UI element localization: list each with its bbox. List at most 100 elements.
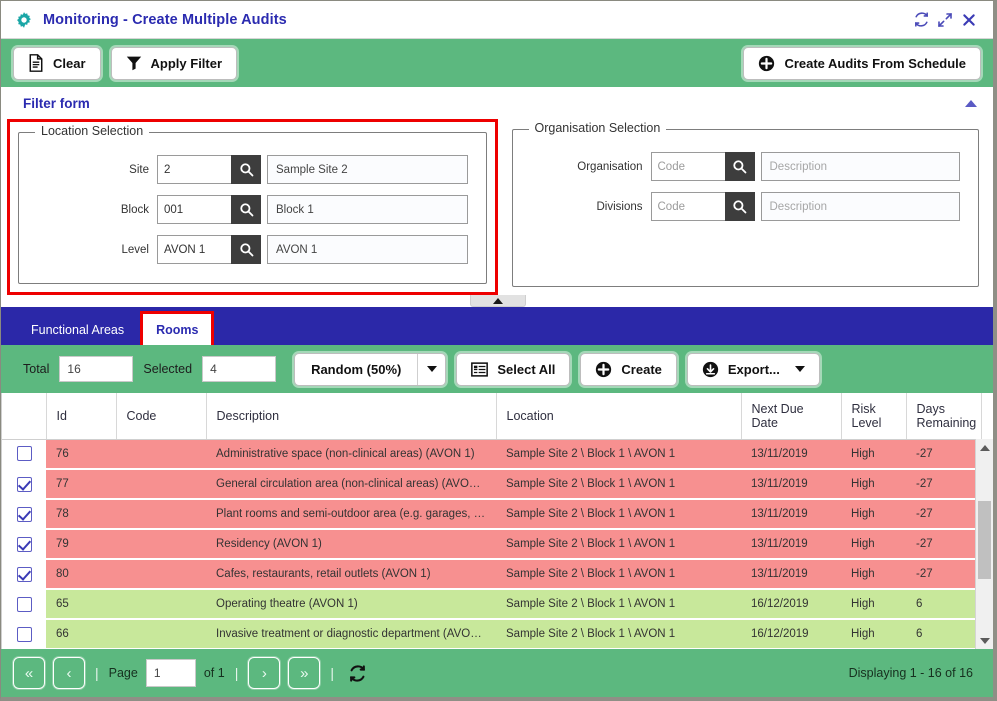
site-code-input[interactable] (157, 155, 231, 184)
row-checkbox[interactable] (16, 626, 32, 642)
organisation-code-input[interactable] (650, 152, 725, 181)
row-select-cell[interactable] (2, 589, 46, 620)
gear-icon (17, 11, 31, 28)
divisions-code-input[interactable] (650, 192, 725, 221)
page-label: Page (108, 666, 138, 680)
row-checkbox[interactable] (16, 476, 32, 492)
create-button[interactable]: Create (580, 352, 677, 386)
col-risk-level[interactable]: Risk Level (841, 393, 907, 440)
row-checkbox[interactable] (16, 566, 32, 582)
row-select-cell[interactable] (2, 439, 46, 470)
previous-page-button[interactable]: ‹ (53, 657, 85, 689)
table-row[interactable]: 76 Administrative space (non-clinical are… (2, 439, 981, 470)
clear-button[interactable]: Clear (13, 46, 101, 80)
pagination-bar: « ‹ | Page of 1 | › » | Displaying 1 - 1… (1, 649, 993, 697)
col-id[interactable]: Id (46, 393, 117, 440)
site-field-row: Site (29, 155, 468, 184)
apply-filter-button[interactable]: Apply Filter (110, 46, 238, 80)
random-selection-dropdown-arrow[interactable] (417, 353, 445, 385)
block-code-input[interactable] (157, 195, 231, 224)
scroll-up-button[interactable] (976, 439, 993, 456)
row-id-cell: 77 (46, 469, 116, 500)
row-checkbox[interactable] (16, 536, 32, 552)
filter-icon (126, 56, 141, 71)
row-code-cell (116, 469, 206, 500)
table-row[interactable]: 66 Invasive treatment or diagnostic depar… (2, 619, 981, 649)
row-days-remaining-cell: 6 (906, 619, 981, 649)
next-page-button[interactable]: › (248, 657, 281, 689)
select-all-button[interactable]: Select All (456, 352, 571, 386)
table-row[interactable]: 79 Residency (AVON 1) Sample Site 2 \ Bloc… (2, 529, 981, 560)
collapse-filter-form-icon[interactable] (965, 99, 977, 107)
search-icon (239, 203, 253, 217)
row-code-cell (116, 439, 206, 470)
row-select-cell[interactable] (2, 499, 46, 530)
table-row[interactable]: 65 Operating theatre (AVON 1) Sample Site … (2, 589, 981, 620)
organisation-lookup-button[interactable] (724, 152, 755, 181)
grid-vertical-scrollbar[interactable] (975, 439, 993, 649)
tab-functional-areas[interactable]: Functional Areas (15, 315, 140, 345)
export-button[interactable]: Export... (686, 352, 820, 386)
scroll-thumb[interactable] (978, 501, 991, 579)
organisation-code-box (650, 152, 755, 181)
level-code-input[interactable] (157, 235, 231, 264)
row-select-cell[interactable] (2, 619, 46, 649)
collapse-panel-handle[interactable] (470, 295, 526, 307)
col-next-due-date[interactable]: Next Due Date (741, 393, 842, 440)
block-description-input[interactable] (267, 195, 468, 224)
row-checkbox[interactable] (16, 596, 32, 612)
row-select-cell[interactable] (2, 559, 46, 590)
scroll-down-button[interactable] (976, 632, 993, 649)
organisation-selection-panel: Organisation Selection Organisation Code… (511, 121, 979, 287)
random-selection-button[interactable]: Random (50%) (294, 352, 447, 386)
row-select-cell[interactable] (2, 529, 46, 560)
organisation-fields: Organisation Divisions (513, 130, 979, 221)
col-description[interactable]: Description (206, 393, 497, 440)
table-row[interactable]: 78 Plant rooms and semi-outdoor area (e.g… (2, 499, 981, 530)
col-code[interactable]: Code (116, 393, 207, 440)
row-risk-level-cell: High (841, 499, 906, 530)
page-number-input[interactable] (145, 659, 196, 687)
refresh-window-icon[interactable] (909, 8, 933, 32)
block-lookup-button[interactable] (231, 195, 261, 224)
selected-label: Selected (143, 362, 193, 376)
row-select-cell[interactable] (2, 469, 46, 500)
row-location-cell: Sample Site 2 \ Block 1 \ AVON 1 (496, 529, 741, 560)
close-window-icon[interactable] (957, 8, 981, 32)
pager-divider-3: | (330, 665, 334, 681)
level-description-input[interactable] (267, 235, 468, 264)
divisions-lookup-button[interactable] (724, 192, 755, 221)
table-row[interactable]: 80 Cafes, restaurants, retail outlets (AV… (2, 559, 981, 590)
panel-collapse-strip (1, 295, 993, 307)
last-page-button[interactable]: » (288, 657, 321, 689)
row-risk-level-cell: High (841, 439, 906, 470)
organisation-description-input[interactable] (760, 152, 960, 181)
site-description-input[interactable] (267, 155, 468, 184)
location-fields: Site Block (19, 133, 486, 264)
row-days-remaining-cell: -27 (906, 559, 981, 590)
first-page-button[interactable]: « (13, 657, 45, 689)
last-page-label: » (300, 664, 309, 682)
caret-up-icon (979, 444, 990, 451)
maximize-window-icon[interactable] (933, 8, 957, 32)
refresh-grid-button[interactable] (344, 664, 371, 683)
row-next-due-date-cell: 13/11/2019 (741, 559, 841, 590)
create-audits-from-schedule-button[interactable]: Create Audits From Schedule (743, 46, 981, 80)
divisions-description-input[interactable] (760, 192, 960, 221)
pager-divider-2: | (234, 665, 239, 681)
clear-button-label: Clear (53, 55, 86, 71)
col-select[interactable] (2, 393, 47, 440)
row-code-cell (116, 589, 206, 620)
col-location[interactable]: Location (496, 393, 742, 440)
col-days-remaining[interactable]: Days Remaining (906, 393, 982, 440)
tab-rooms[interactable]: Rooms (140, 311, 215, 345)
table-row[interactable]: 77 General circulation area (non-clinical… (2, 469, 981, 500)
row-location-cell: Sample Site 2 \ Block 1 \ AVON 1 (496, 439, 741, 470)
row-checkbox[interactable] (16, 506, 32, 522)
site-lookup-button[interactable] (231, 155, 261, 184)
chevron-down-icon[interactable] (794, 366, 805, 372)
filter-form-header: Filter form (1, 87, 993, 119)
level-lookup-button[interactable] (231, 235, 261, 264)
row-checkbox[interactable] (16, 446, 32, 462)
row-description-cell: Plant rooms and semi-outdoor area (e.g. … (206, 499, 496, 530)
